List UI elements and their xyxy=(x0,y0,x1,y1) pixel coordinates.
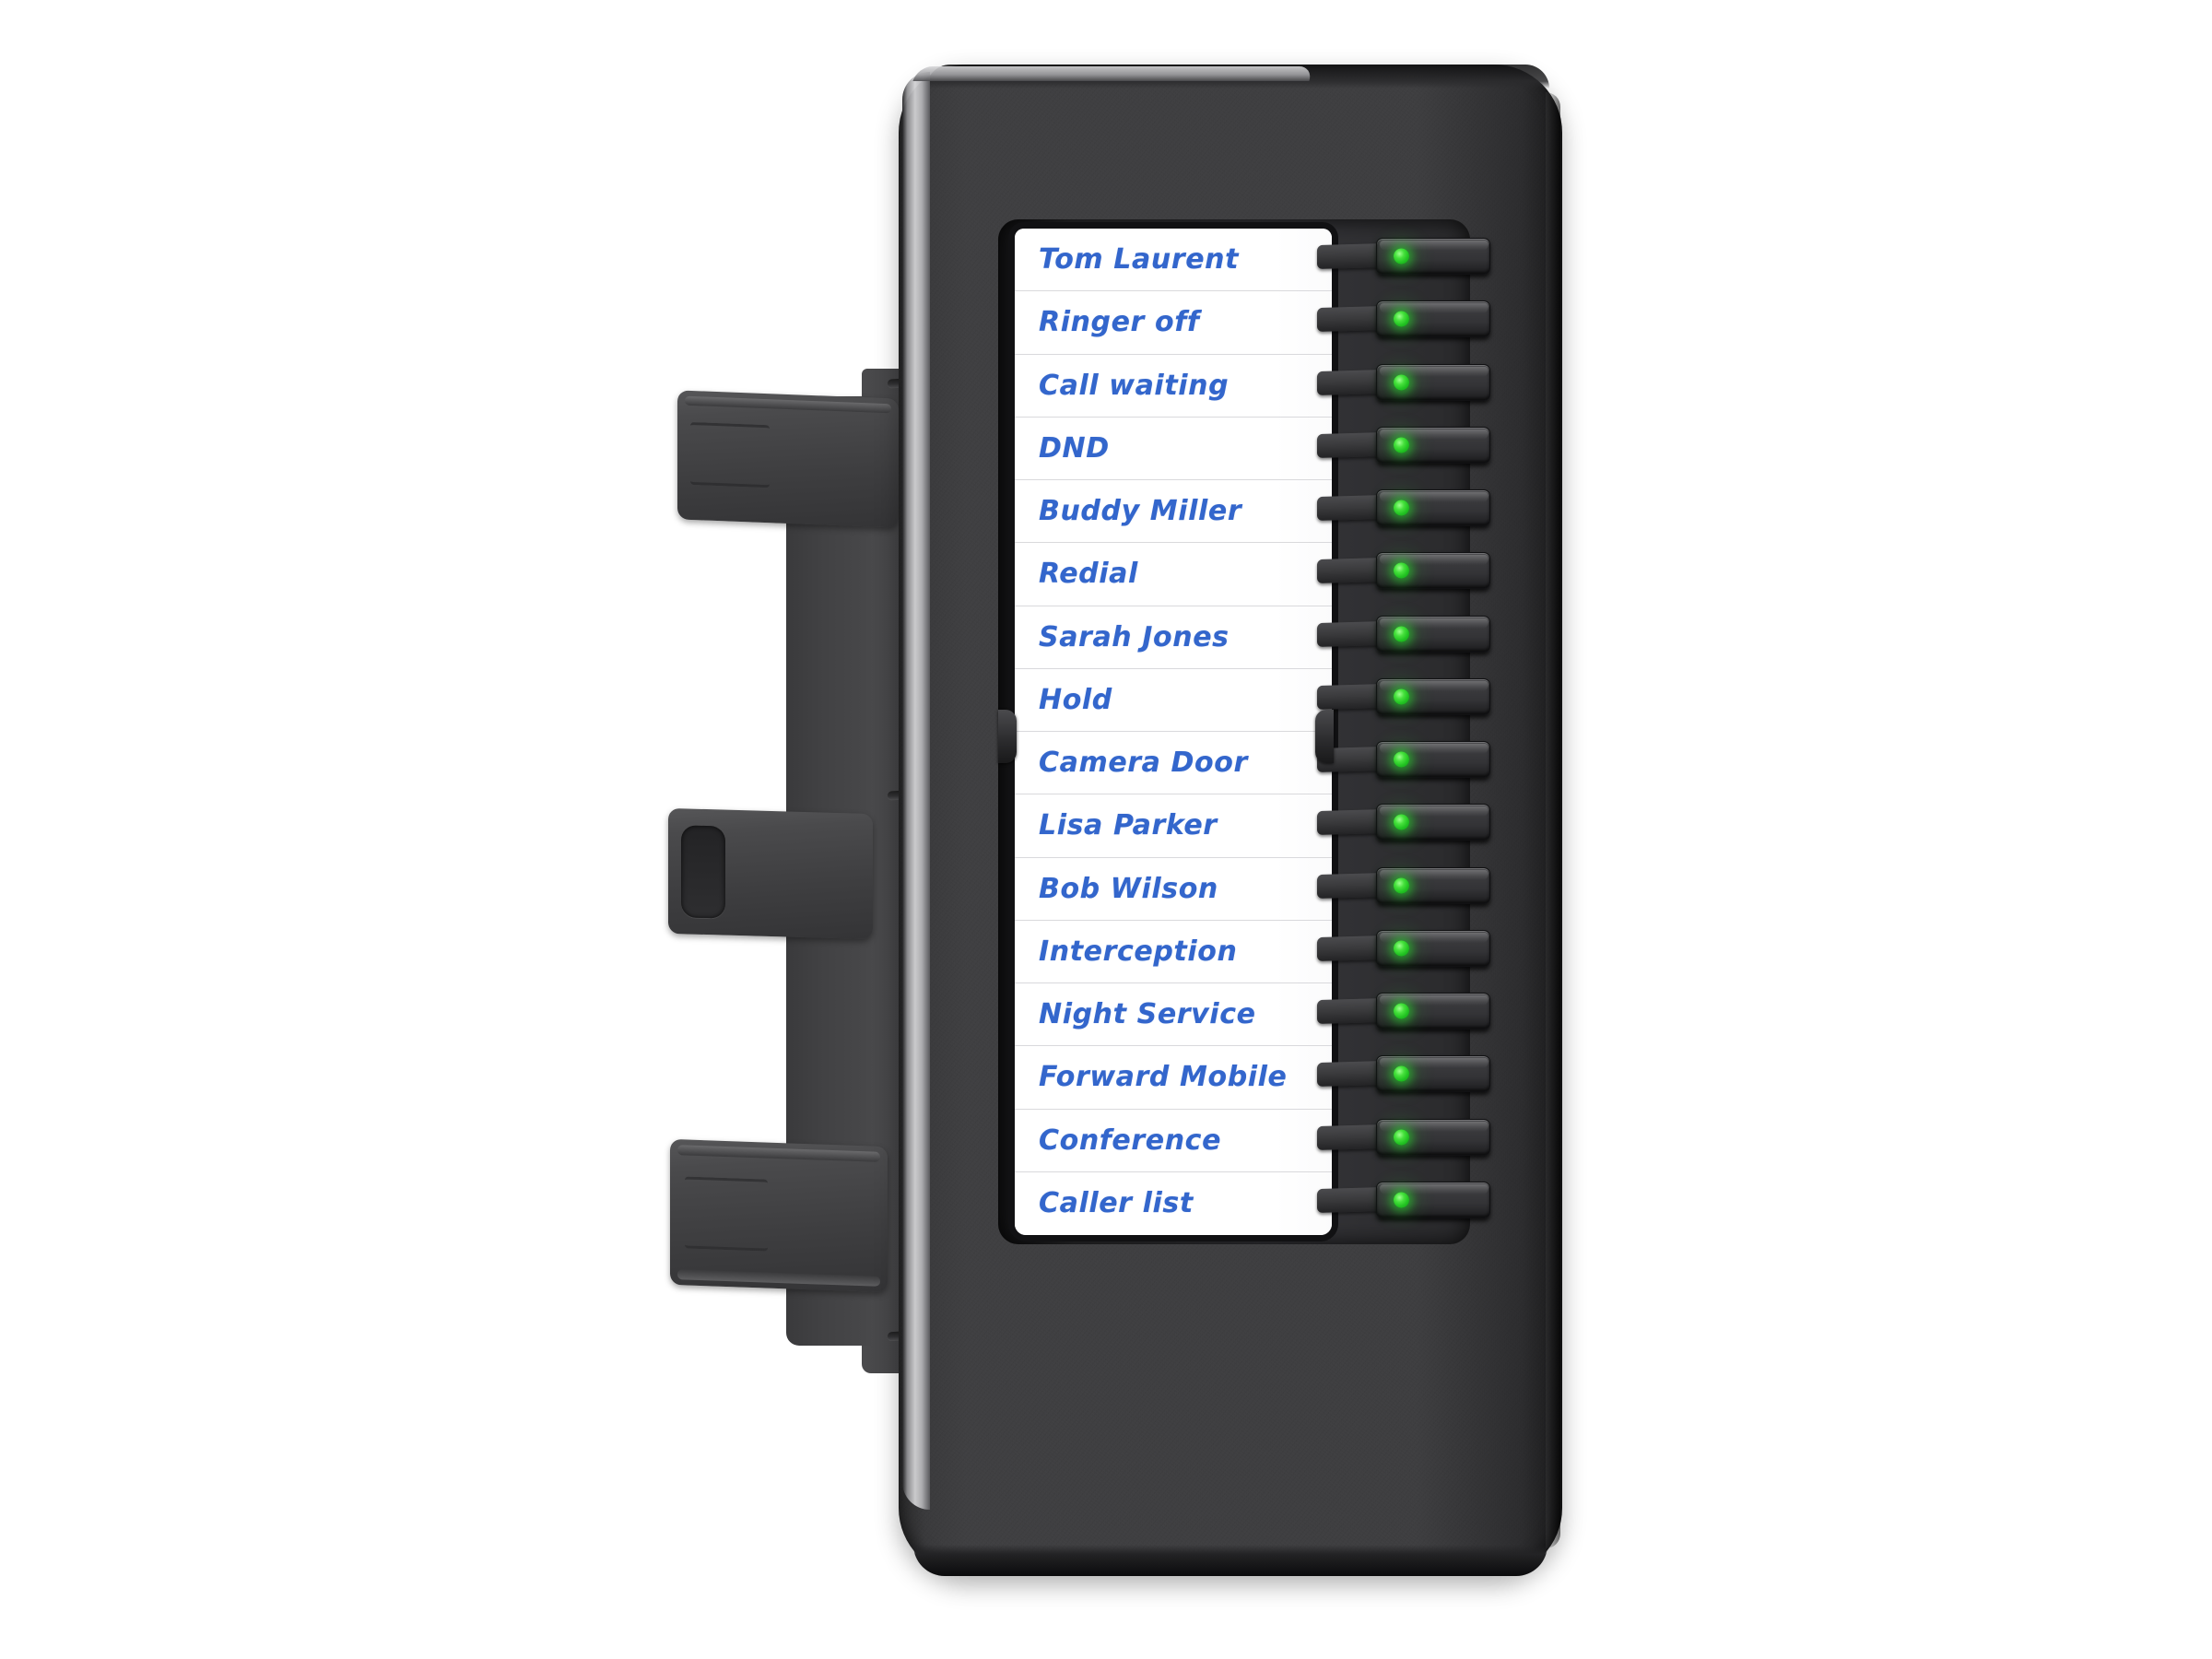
device-right-edge xyxy=(1546,92,1560,1548)
key-row xyxy=(1317,921,1544,983)
key-label-text: Buddy Miller xyxy=(1039,495,1242,528)
programmable-key-button[interactable] xyxy=(1376,804,1490,841)
programmable-key-button[interactable] xyxy=(1376,238,1490,275)
key-label-text: Bob Wilson xyxy=(1039,872,1218,905)
label-row: Interception xyxy=(1015,920,1332,983)
device-chrome-top-highlight xyxy=(912,66,1314,81)
key-status-led-icon xyxy=(1394,1129,1409,1145)
programmable-key-button[interactable] xyxy=(1376,741,1490,778)
key-status-led-icon xyxy=(1394,814,1409,830)
programmable-key-button[interactable] xyxy=(1376,300,1490,338)
product-photo-canvas: Tom Laurent Ringer off Call waiting DND Budd… xyxy=(0,0,2212,1659)
key-label-text: Ringer off xyxy=(1039,306,1200,339)
programmable-key-button[interactable] xyxy=(1376,552,1490,590)
key-row xyxy=(1317,669,1544,732)
key-label-text: Caller list xyxy=(1039,1187,1194,1220)
key-label-text: Lisa Parker xyxy=(1039,809,1218,842)
expansion-module-device: Tom Laurent Ringer off Call waiting DND Budd… xyxy=(899,65,1562,1576)
device-chrome-rim xyxy=(902,72,930,1510)
key-status-led-icon xyxy=(1394,1192,1409,1208)
key-row xyxy=(1317,543,1544,606)
key-row xyxy=(1317,794,1544,857)
key-label-text: Conference xyxy=(1039,1124,1222,1157)
bracket-lower-tab xyxy=(670,1138,888,1293)
programmable-key-button[interactable] xyxy=(1376,363,1490,401)
programmable-key-button[interactable] xyxy=(1376,929,1490,967)
bracket-upper-tab-lip xyxy=(685,395,891,414)
label-row: Buddy Miller xyxy=(1015,480,1332,544)
bracket-lower-tab-slot xyxy=(685,1176,768,1252)
key-label-text: Interception xyxy=(1039,935,1238,968)
key-status-led-icon xyxy=(1394,626,1409,641)
programmable-key-button[interactable] xyxy=(1376,426,1490,464)
label-row: Night Service xyxy=(1015,983,1332,1047)
device-bottom-bevel xyxy=(913,1545,1547,1576)
label-row: Ringer off xyxy=(1015,291,1332,355)
key-row xyxy=(1317,1110,1544,1172)
programmable-key-button[interactable] xyxy=(1376,615,1490,653)
label-row: Tom Laurent xyxy=(1015,229,1332,292)
label-row: Sarah Jones xyxy=(1015,606,1332,669)
key-column xyxy=(1317,229,1544,1235)
key-status-led-icon xyxy=(1394,311,1409,327)
key-row xyxy=(1317,1046,1544,1109)
key-row xyxy=(1317,1172,1544,1235)
key-row xyxy=(1317,732,1544,794)
label-row: Hold xyxy=(1015,668,1332,732)
key-row xyxy=(1317,355,1544,418)
key-status-led-icon xyxy=(1394,877,1409,893)
label-row: Call waiting xyxy=(1015,354,1332,418)
key-status-led-icon xyxy=(1394,751,1409,768)
key-row xyxy=(1317,418,1544,480)
bracket-upper-tab xyxy=(677,390,899,528)
label-card: Tom Laurent Ringer off Call waiting DND Budd… xyxy=(1015,229,1332,1235)
key-label-text: Sarah Jones xyxy=(1039,620,1230,653)
programmable-key-button[interactable] xyxy=(1376,993,1490,1030)
key-label-text: Redial xyxy=(1039,558,1138,591)
key-status-led-icon xyxy=(1394,1065,1409,1082)
key-row xyxy=(1317,291,1544,354)
key-label-text: Forward Mobile xyxy=(1039,1061,1288,1094)
key-row xyxy=(1317,858,1544,921)
key-status-led-icon xyxy=(1394,562,1409,579)
bracket-upper-tab-slot xyxy=(690,421,770,488)
programmable-key-button[interactable] xyxy=(1376,1181,1490,1218)
key-status-led-icon xyxy=(1394,1003,1409,1019)
programmable-key-button[interactable] xyxy=(1376,1118,1490,1156)
key-label-text: DND xyxy=(1039,431,1110,465)
bracket-middle-tab xyxy=(668,807,873,940)
programmable-key-button[interactable] xyxy=(1376,1055,1490,1093)
label-row: Forward Mobile xyxy=(1015,1046,1332,1110)
key-label-text: Tom Laurent xyxy=(1039,243,1240,276)
bracket-lower-tab-lip-top xyxy=(677,1145,880,1162)
bracket-lower-tab-lip-bottom xyxy=(677,1269,880,1287)
label-row: DND xyxy=(1015,417,1332,480)
label-row: Bob Wilson xyxy=(1015,857,1332,921)
label-row: Caller list xyxy=(1015,1171,1332,1235)
label-row: Conference xyxy=(1015,1109,1332,1172)
key-row xyxy=(1317,229,1544,291)
key-row xyxy=(1317,983,1544,1046)
key-row xyxy=(1317,606,1544,669)
key-status-led-icon xyxy=(1394,437,1409,453)
key-label-text: Night Service xyxy=(1039,998,1256,1031)
programmable-key-button[interactable] xyxy=(1376,677,1490,715)
label-card-retainer-tab-right xyxy=(1315,710,1334,763)
key-status-led-icon xyxy=(1394,688,1409,705)
key-row xyxy=(1317,480,1544,543)
programmable-key-button[interactable] xyxy=(1376,866,1490,904)
key-status-led-icon xyxy=(1394,500,1409,516)
key-status-led-icon xyxy=(1394,940,1409,957)
label-row: Camera Door xyxy=(1015,732,1332,795)
key-label-text: Hold xyxy=(1039,683,1112,716)
key-label-text: Call waiting xyxy=(1039,369,1230,402)
label-row: Lisa Parker xyxy=(1015,794,1332,858)
key-label-text: Camera Door xyxy=(1039,747,1248,780)
label-row: Redial xyxy=(1015,543,1332,606)
bracket-middle-tab-slot xyxy=(681,825,725,919)
key-status-led-icon xyxy=(1394,248,1409,265)
key-status-led-icon xyxy=(1394,374,1409,390)
label-card-retainer-tab-left xyxy=(998,710,1017,763)
programmable-key-button[interactable] xyxy=(1376,489,1490,526)
